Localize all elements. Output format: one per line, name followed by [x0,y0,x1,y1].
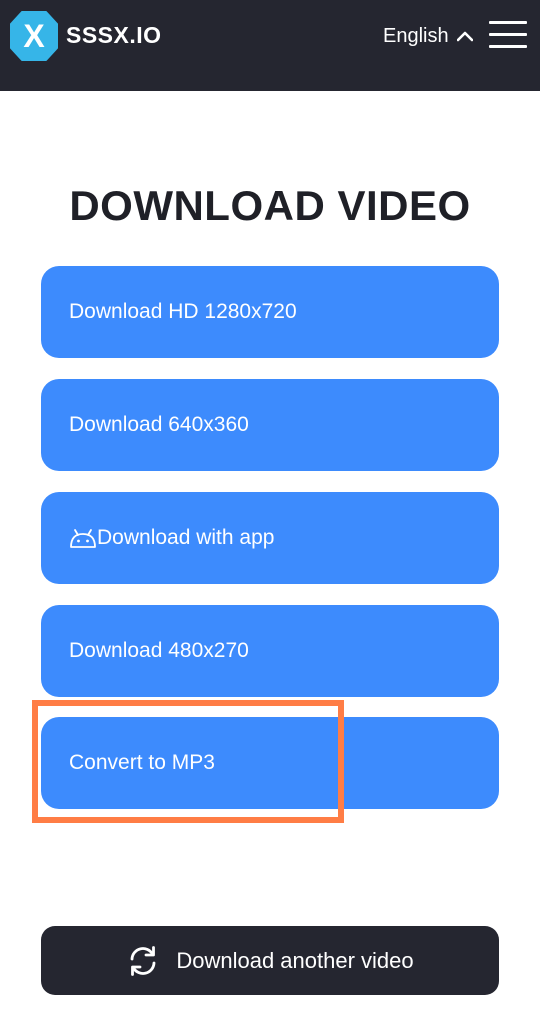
logo-text[interactable]: SSSX.IO [66,22,162,49]
download-another-video-button[interactable]: Download another video [41,926,499,995]
language-label: English [383,24,449,47]
android-icon [70,529,96,548]
download-640x360-button[interactable]: Download 640x360 [41,379,499,471]
chevron-up-icon [456,31,473,42]
language-selector[interactable]: English [383,24,473,48]
download-with-app-button[interactable]: Download with app [41,492,499,584]
button-label: Download 480x270 [69,639,249,662]
button-label: Download another video [176,947,414,973]
refresh-icon [130,945,156,976]
button-label: Convert to MP3 [69,751,215,774]
logo-letter: X [23,18,45,54]
button-label: Download with app [97,526,275,549]
download-480x270-button[interactable]: Download 480x270 [41,605,499,697]
menu-hamburger-icon[interactable] [489,21,527,49]
convert-to-mp3-button[interactable]: Convert to MP3 [41,717,499,809]
page-title: DOWNLOAD VIDEO [69,182,471,229]
download-hd-1280x720-button[interactable]: Download HD 1280x720 [41,266,499,358]
button-label: Download 640x360 [69,413,249,436]
button-label: Download HD 1280x720 [69,300,297,323]
top-navbar: X SSSX.IO English [0,0,540,91]
logo-badge[interactable]: X [10,11,58,61]
